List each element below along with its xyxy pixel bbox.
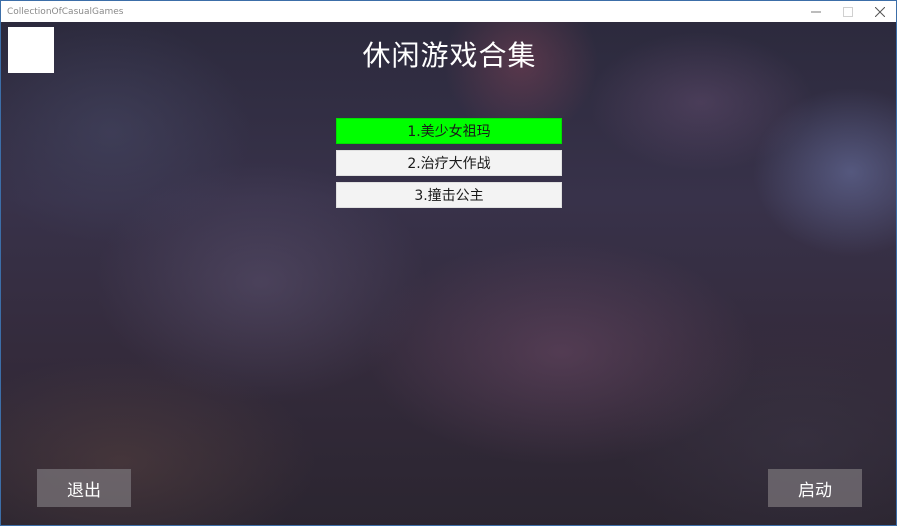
minimize-button[interactable] [800,1,832,22]
start-button[interactable]: 启动 [768,469,862,507]
maximize-button[interactable] [832,1,864,22]
close-button[interactable] [864,1,896,22]
game-scene: 休闲游戏合集 1.美少女祖玛 2.治疗大作战 3.撞击公主 退出 启动 [1,22,896,525]
app-window: CollectionOfCasualGames 休闲游戏合集 1.美少女祖玛 2… [0,0,897,526]
game-item-3[interactable]: 3.撞击公主 [336,182,562,208]
close-icon [875,6,885,17]
exit-button[interactable]: 退出 [37,469,131,507]
window-title: CollectionOfCasualGames [7,6,124,17]
minimize-icon [811,11,821,12]
game-list: 1.美少女祖玛 2.治疗大作战 3.撞击公主 [336,118,562,214]
maximize-icon [843,6,853,17]
page-title: 休闲游戏合集 [362,39,537,72]
game-item-1[interactable]: 1.美少女祖玛 [336,118,562,144]
game-item-2[interactable]: 2.治疗大作战 [336,150,562,176]
title-bar: CollectionOfCasualGames [1,1,896,22]
